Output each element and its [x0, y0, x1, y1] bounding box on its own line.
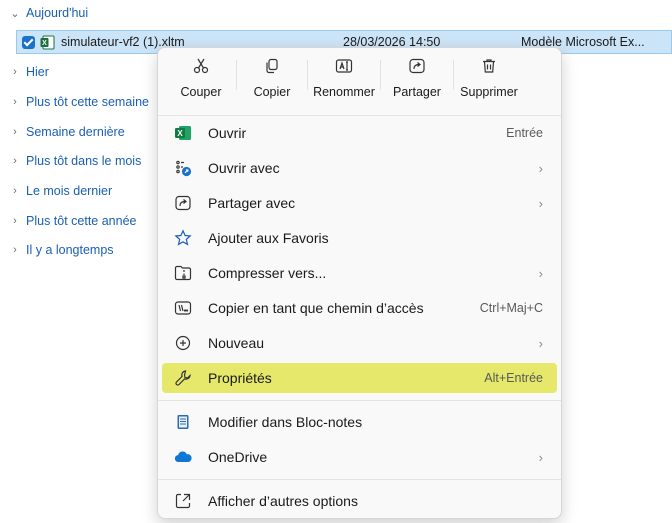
chevron-right-icon: ›: [538, 449, 543, 465]
menu-item-edit-notepad[interactable]: Modifier dans Bloc-notes: [162, 407, 557, 437]
menu-item-label: Ajouter aux Favoris: [208, 230, 329, 246]
chevron-right-icon: ›: [13, 185, 17, 197]
copy-icon: [263, 57, 281, 75]
chevron-right-icon: ›: [13, 96, 17, 108]
delete-button[interactable]: Supprimer: [454, 48, 524, 110]
share-icon: [408, 57, 426, 75]
compress-folder-icon: [172, 262, 194, 284]
trash-icon: [480, 57, 498, 75]
menu-item-open-with[interactable]: Ouvrir avec ›: [162, 153, 557, 183]
delete-label: Supprimer: [460, 85, 518, 99]
menu-item-copy-path[interactable]: Copier en tant que chemin d’accès Ctrl+M…: [162, 293, 557, 323]
menu-item-label: Compresser vers...: [208, 265, 327, 281]
group-yesterday[interactable]: › Hier: [10, 62, 49, 82]
group-last-week[interactable]: › Semaine dernière: [10, 122, 125, 142]
context-menu: Couper Copier Renommer Partager Supprime…: [157, 47, 562, 519]
svg-text:X: X: [42, 40, 47, 47]
group-label: Plus tôt cette semaine: [26, 95, 149, 109]
chevron-right-icon: ›: [13, 244, 17, 256]
chevron-right-icon: ›: [538, 265, 543, 281]
group-label: Plus tôt cette année: [26, 214, 137, 228]
menu-item-more-options[interactable]: Afficher d’autres options: [162, 486, 557, 516]
share-icon: [172, 192, 194, 214]
menu-item-new[interactable]: Nouveau ›: [162, 328, 557, 358]
menu-divider: [158, 115, 561, 116]
menu-item-open[interactable]: X Ouvrir Entrée: [162, 118, 557, 148]
group-today[interactable]: ⌄ Aujourd'hui: [10, 3, 88, 23]
onedrive-cloud-icon: [172, 446, 194, 468]
chevron-right-icon: ›: [538, 195, 543, 211]
menu-item-label: Partager avec: [208, 195, 296, 211]
group-earlier-this-year[interactable]: › Plus tôt cette année: [10, 211, 137, 231]
menu-item-label: Nouveau: [208, 335, 265, 351]
more-options-icon: [172, 490, 194, 512]
copy-path-icon: [172, 297, 194, 319]
chevron-right-icon: ›: [13, 126, 17, 138]
menu-divider: [158, 400, 561, 401]
group-earlier-this-week[interactable]: › Plus tôt cette semaine: [10, 92, 149, 112]
menu-item-label: OneDrive: [208, 449, 268, 465]
menu-item-label: Propriétés: [208, 370, 272, 386]
excel-template-icon: X: [40, 35, 55, 50]
chevron-right-icon: ›: [538, 160, 543, 176]
menu-divider: [158, 479, 561, 480]
group-label: Le mois dernier: [26, 184, 113, 198]
star-icon: [172, 227, 194, 249]
quick-actions-bar: Couper Copier Renommer Partager Supprime…: [158, 48, 561, 110]
shortcut-text: Alt+Entrée: [484, 371, 543, 385]
menu-item-label: Afficher d’autres options: [208, 493, 358, 509]
menu-item-share-with[interactable]: Partager avec ›: [162, 188, 557, 218]
chevron-right-icon: ›: [13, 215, 17, 227]
group-label: Semaine dernière: [26, 125, 125, 139]
menu-item-label: Modifier dans Bloc-notes: [208, 414, 363, 430]
shortcut-text: Entrée: [506, 126, 543, 140]
plus-circle-icon: [172, 332, 194, 354]
group-label: Hier: [26, 65, 49, 79]
group-last-month[interactable]: › Le mois dernier: [10, 181, 112, 201]
group-long-ago[interactable]: › Il y a longtemps: [10, 240, 114, 260]
copy-button[interactable]: Copier: [237, 48, 307, 110]
menu-item-properties[interactable]: Propriétés Alt+Entrée: [162, 363, 557, 393]
cut-label: Couper: [180, 85, 222, 99]
cut-button[interactable]: Couper: [166, 48, 236, 110]
scissors-icon: [192, 57, 210, 75]
chevron-right-icon: ›: [13, 155, 17, 167]
excel-icon: X: [172, 122, 194, 144]
share-button[interactable]: Partager: [381, 48, 453, 110]
rename-label: Renommer: [313, 85, 375, 99]
group-label: Plus tôt dans le mois: [26, 154, 142, 168]
open-with-icon: [172, 157, 194, 179]
menu-item-label: Ouvrir avec: [208, 160, 280, 176]
copy-label: Copier: [253, 85, 291, 99]
menu-item-label: Ouvrir: [208, 125, 247, 141]
menu-item-add-favorites[interactable]: Ajouter aux Favoris: [162, 223, 557, 253]
checkbox[interactable]: [22, 35, 35, 49]
share-label: Partager: [393, 85, 441, 99]
group-earlier-this-month[interactable]: › Plus tôt dans le mois: [10, 151, 141, 171]
chevron-right-icon: ›: [13, 66, 17, 78]
group-label: Il y a longtemps: [26, 243, 114, 257]
rename-button[interactable]: Renommer: [308, 48, 380, 110]
shortcut-text: Ctrl+Maj+C: [479, 301, 543, 315]
wrench-icon: [172, 367, 194, 389]
chevron-right-icon: ›: [538, 335, 543, 351]
menu-item-compress[interactable]: Compresser vers... ›: [162, 258, 557, 288]
menu-item-onedrive[interactable]: OneDrive ›: [162, 442, 557, 472]
svg-text:X: X: [177, 129, 183, 138]
notepad-icon: [172, 411, 194, 433]
rename-icon: [335, 57, 353, 75]
menu-item-label: Copier en tant que chemin d’accès: [208, 300, 424, 316]
group-label: Aujourd'hui: [26, 6, 89, 20]
chevron-down-icon: ⌄: [10, 7, 20, 20]
